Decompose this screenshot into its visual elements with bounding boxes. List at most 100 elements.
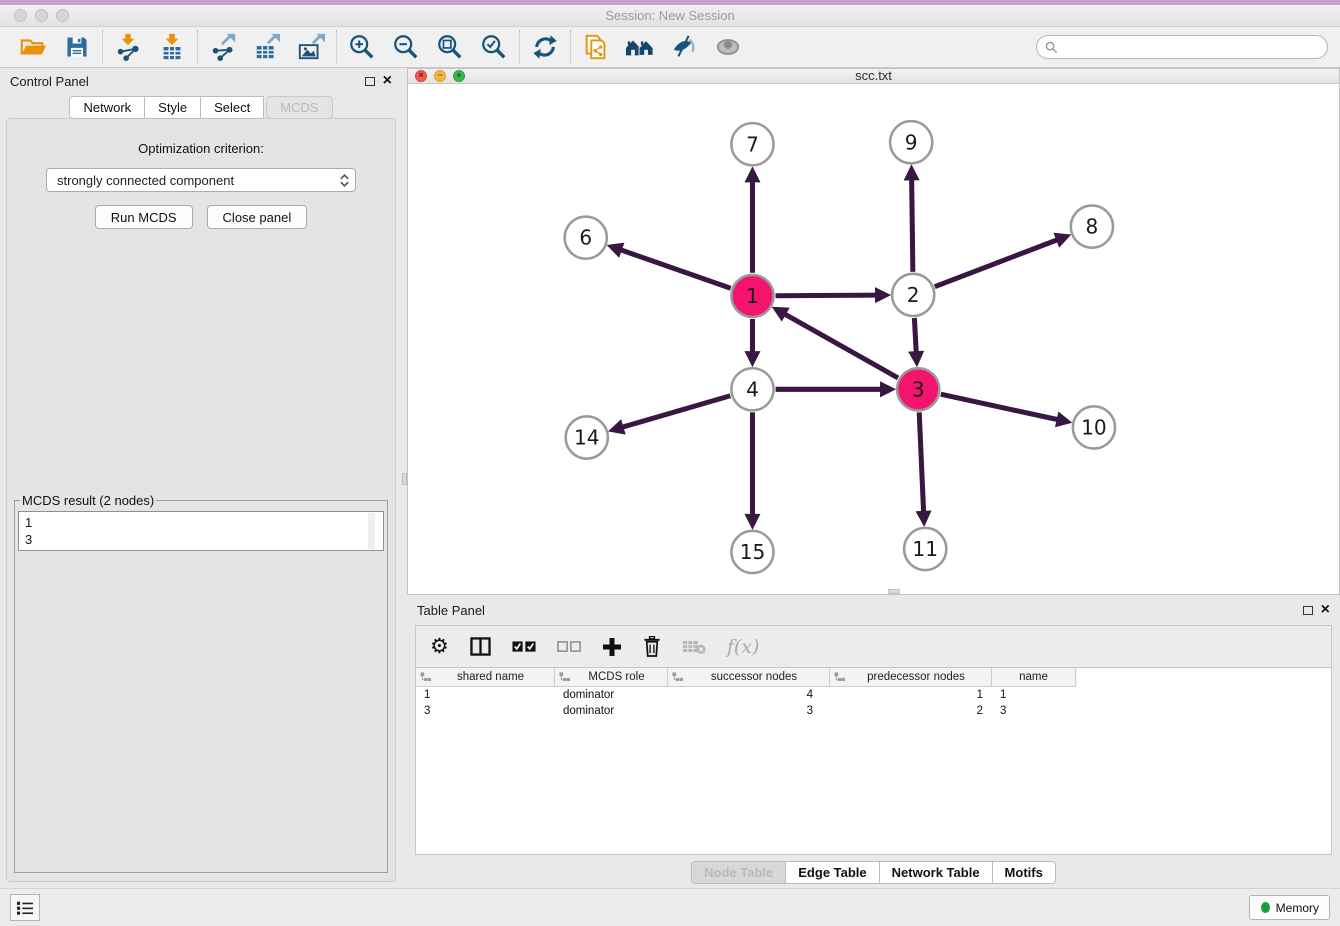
cell-predecessor-nodes[interactable]: 2	[830, 703, 992, 719]
search-field[interactable]	[1036, 35, 1328, 59]
run-mcds-button[interactable]: Run MCDS	[95, 205, 193, 229]
tab-motifs[interactable]: Motifs	[993, 861, 1056, 884]
network-window-titlebar: × − + scc.txt	[408, 69, 1339, 84]
optimization-criterion-dropdown[interactable]: strongly connected component	[46, 168, 356, 192]
close-panel-icon[interactable]: ×	[383, 73, 392, 89]
export-table-icon[interactable]	[252, 32, 282, 62]
result-scrollbar[interactable]	[368, 513, 375, 549]
tab-select[interactable]: Select	[201, 96, 264, 119]
first-neighbors-icon[interactable]	[625, 32, 655, 62]
graph-edge-3-11[interactable]	[919, 412, 923, 513]
vertical-splitter[interactable]	[402, 68, 407, 888]
graph-edge-2-9[interactable]	[912, 177, 913, 271]
graph-edge-arrowhead	[744, 166, 760, 182]
save-session-icon[interactable]	[62, 32, 92, 62]
search-area	[1036, 35, 1328, 59]
network-canvas[interactable]: 7968124314101511	[408, 84, 1339, 594]
table-row[interactable]: 1 dominator 4 1 1	[416, 687, 1331, 703]
cell-name[interactable]: 1	[992, 687, 1076, 703]
window-title: Session: New Session	[0, 8, 1340, 23]
table-header-row: shared name MCDS role successor nodes	[416, 668, 1077, 687]
delete-column-trash-icon[interactable]	[643, 636, 661, 657]
table-settings-gear-icon[interactable]: ⚙	[430, 636, 449, 657]
graph-edge-arrowhead	[608, 419, 626, 434]
cell-shared-name[interactable]: 1	[416, 687, 555, 703]
hierarchy-icon	[672, 672, 683, 682]
cell-name[interactable]: 3	[992, 703, 1076, 719]
column-header-successor-nodes[interactable]: successor nodes	[668, 668, 830, 686]
float-table-panel-icon[interactable]	[1303, 606, 1313, 615]
main-toolbar	[0, 27, 1340, 68]
float-panel-icon[interactable]	[365, 77, 375, 86]
cell-successor-nodes[interactable]: 3	[668, 703, 830, 719]
import-network-icon[interactable]	[113, 32, 143, 62]
zoom-fit-icon[interactable]	[435, 32, 465, 62]
deselect-all-columns-icon[interactable]	[557, 641, 581, 653]
tab-mcds[interactable]: MCDS	[266, 96, 332, 119]
search-input[interactable]	[1063, 40, 1319, 54]
table-row[interactable]: 3 dominator 3 2 3	[416, 703, 1331, 719]
select-all-columns-icon[interactable]	[512, 641, 536, 653]
memory-button[interactable]: Memory	[1249, 895, 1330, 920]
import-group	[103, 32, 197, 62]
zoom-group	[337, 32, 519, 62]
graphics-details-icon[interactable]	[669, 32, 699, 62]
zoom-in-icon[interactable]	[347, 32, 377, 62]
graph-edge-arrowhead	[916, 510, 932, 526]
mcds-result-fieldset: MCDS result (2 nodes) 1 3	[14, 493, 388, 873]
export-image-icon[interactable]	[296, 32, 326, 62]
create-column-plus-icon[interactable]	[602, 637, 622, 657]
graph-node-label: 9	[905, 130, 918, 154]
task-list-icon	[16, 900, 34, 916]
zoom-out-icon[interactable]	[391, 32, 421, 62]
tab-node-table[interactable]: Node Table	[691, 861, 786, 884]
table-toolbar: ⚙	[416, 626, 1331, 668]
close-panel-button[interactable]: Close panel	[207, 205, 308, 229]
close-table-panel-icon[interactable]: ×	[1321, 602, 1330, 618]
splitter-handle[interactable]	[402, 473, 407, 485]
tab-network[interactable]: Network	[69, 96, 145, 119]
file-group	[8, 32, 102, 62]
open-file-icon[interactable]	[18, 32, 48, 62]
eye-icon[interactable]	[713, 32, 743, 62]
cell-mcds-role[interactable]: dominator	[555, 687, 668, 703]
mcds-result-box[interactable]: 1 3	[18, 511, 384, 551]
graph-edge-1-2[interactable]	[776, 295, 878, 296]
graph-edge-3-1[interactable]	[783, 313, 898, 378]
search-icon	[1045, 41, 1058, 54]
clone-network-icon[interactable]	[581, 32, 611, 62]
graph-edge-2-3[interactable]	[914, 318, 916, 354]
graph-edge-2-8[interactable]	[935, 239, 1059, 287]
zoom-selected-icon[interactable]	[479, 32, 509, 62]
column-header-shared-name[interactable]: shared name	[416, 668, 555, 686]
table-panel-title: Table Panel	[417, 603, 485, 618]
tab-style[interactable]: Style	[145, 96, 201, 119]
column-header-name[interactable]: name	[992, 668, 1076, 686]
graph-node-label: 1	[746, 284, 759, 308]
cell-predecessor-nodes[interactable]: 1	[830, 687, 992, 703]
function-builder-icon[interactable]: f(x)	[727, 636, 760, 658]
delete-table-icon[interactable]	[682, 639, 706, 655]
task-history-button[interactable]	[10, 894, 40, 921]
export-network-icon[interactable]	[208, 32, 238, 62]
column-header-predecessor-nodes[interactable]: predecessor nodes	[830, 668, 992, 686]
horizontal-splitter-handle[interactable]	[888, 589, 900, 594]
show-columns-icon[interactable]	[470, 637, 491, 656]
graph-edge-1-6[interactable]	[619, 249, 731, 288]
hierarchy-icon	[559, 672, 570, 682]
refresh-icon[interactable]	[530, 32, 560, 62]
column-header-mcds-role[interactable]: MCDS role	[555, 668, 668, 686]
tab-network-table[interactable]: Network Table	[880, 861, 993, 884]
graph-node-label: 8	[1086, 214, 1099, 238]
graph-edge-arrowhead	[904, 164, 920, 180]
cell-mcds-role[interactable]: dominator	[555, 703, 668, 719]
memory-label: Memory	[1276, 901, 1319, 915]
main-area: Control Panel × Network Style Select MCD…	[0, 68, 1340, 888]
cell-successor-nodes[interactable]: 4	[668, 687, 830, 703]
graph-edge-3-10[interactable]	[941, 394, 1060, 420]
graph-edge-4-14[interactable]	[621, 396, 731, 428]
import-table-icon[interactable]	[157, 32, 187, 62]
cell-shared-name[interactable]: 3	[416, 703, 555, 719]
tab-edge-table[interactable]: Edge Table	[786, 861, 879, 884]
graph-edge-arrowhead	[908, 351, 924, 367]
